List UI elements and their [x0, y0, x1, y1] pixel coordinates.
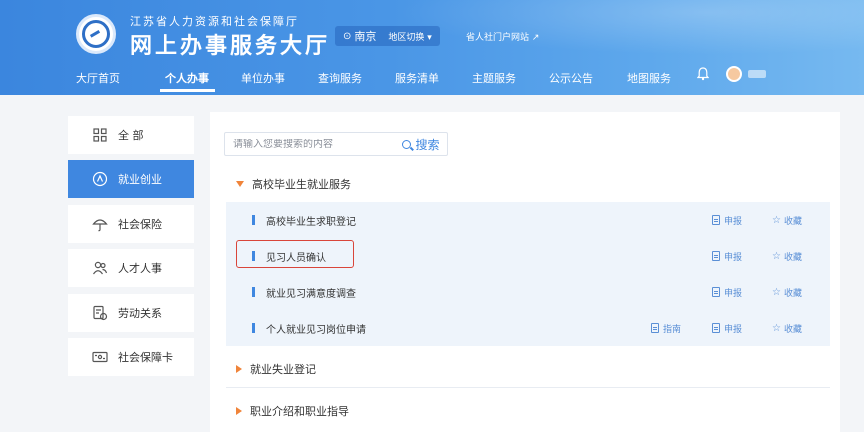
- form-icon: [712, 215, 720, 225]
- form-icon: [712, 251, 720, 261]
- bell-icon[interactable]: [696, 67, 710, 81]
- caret-down-icon: [236, 181, 244, 187]
- region-switch-link[interactable]: 地区切换 ▾: [388, 30, 431, 43]
- row-marker: [252, 323, 255, 333]
- people-icon: [92, 260, 108, 276]
- favorite-button[interactable]: ☆ 收藏: [772, 286, 802, 299]
- category-unemployment-registration[interactable]: 就业失业登记: [236, 361, 316, 377]
- city-selector[interactable]: ⊙ 南京 地区切换 ▾: [335, 26, 440, 46]
- guide-button[interactable]: 指南: [651, 322, 681, 335]
- service-panel: 搜索 高校毕业生就业服务 高校毕业生求职登记 申报 ☆收藏 见习人员确认 申报 …: [210, 112, 840, 432]
- service-name[interactable]: 个人就业见习岗位申请: [266, 321, 366, 336]
- star-icon: ☆: [772, 214, 781, 226]
- apply-button[interactable]: 申报: [712, 322, 742, 335]
- search-bar: 搜索: [224, 132, 448, 156]
- caret-right-icon: [236, 407, 242, 415]
- umbrella-icon: [92, 216, 108, 232]
- apply-button[interactable]: 申报: [712, 250, 742, 263]
- grid-icon: [92, 127, 108, 143]
- service-row[interactable]: 高校毕业生求职登记 申报 ☆ 收藏: [226, 202, 830, 238]
- caret-right-icon: [236, 365, 242, 373]
- sidebar-item-ss-card[interactable]: 社会保障卡: [68, 338, 194, 376]
- service-name[interactable]: 高校毕业生求职登记: [266, 213, 356, 228]
- sidebar-item-label: 人才人事: [118, 262, 162, 275]
- org-name: 江苏省人力资源和社会保障厅: [130, 15, 299, 28]
- sidebar-item-label: 就业创业: [118, 173, 162, 186]
- sidebar-item-social-insurance[interactable]: 社会保险: [68, 205, 194, 243]
- row-marker: [252, 287, 255, 297]
- nav-item-personal[interactable]: 个人办事: [165, 70, 209, 86]
- nav-item-notice[interactable]: 公示公告: [549, 70, 593, 86]
- search-input[interactable]: [225, 138, 395, 150]
- search-button[interactable]: 搜索: [395, 136, 447, 153]
- search-icon: [402, 139, 412, 149]
- star-icon: ☆: [772, 322, 781, 334]
- sidebar-item-label: 全 部: [118, 129, 144, 142]
- divider: [226, 387, 830, 388]
- form-icon: [712, 287, 720, 297]
- favorite-button[interactable]: ☆ 收藏: [772, 250, 802, 263]
- selection-highlight: [236, 240, 354, 268]
- apply-button[interactable]: 申报: [712, 286, 742, 299]
- card-icon: [92, 349, 108, 365]
- sidebar-item-all[interactable]: 全 部: [68, 116, 194, 154]
- favorite-button[interactable]: ☆ 收藏: [772, 322, 802, 335]
- sidebar-item-label: 劳动关系: [118, 307, 162, 320]
- sidebar-item-talent[interactable]: 人才人事: [68, 249, 194, 287]
- briefcase-icon: [92, 171, 108, 187]
- service-list: 高校毕业生求职登记 申报 ☆ 收藏 见习人员确认 申报 ☆ 收藏 就业见习满意度调查…: [226, 202, 830, 346]
- guide-icon: [651, 323, 659, 333]
- nav-item-service-list[interactable]: 服务清单: [395, 70, 439, 86]
- star-icon: ☆: [772, 286, 781, 298]
- nav-active-indicator: [160, 89, 215, 92]
- avatar[interactable]: [726, 66, 742, 82]
- nav-item-unit[interactable]: 单位办事: [241, 70, 285, 86]
- sidebar-item-label: 社会保险: [118, 218, 162, 231]
- logo-emblem-icon: [82, 20, 110, 48]
- category-career-guidance[interactable]: 职业介绍和职业指导: [236, 403, 349, 419]
- site-logo[interactable]: [76, 14, 116, 54]
- service-row[interactable]: 个人就业见习岗位申请 指南 申报 ☆ 收藏: [226, 310, 830, 346]
- sidebar-item-employment[interactable]: 就业创业: [68, 160, 194, 198]
- nav-item-map[interactable]: 地图服务: [627, 70, 671, 86]
- category-graduate-services[interactable]: 高校毕业生就业服务: [236, 176, 351, 192]
- portal-link[interactable]: 省人社门户网站 ↗: [466, 30, 539, 43]
- star-icon: ☆: [772, 250, 781, 262]
- contract-icon: [92, 305, 108, 321]
- nav-item-query[interactable]: 查询服务: [318, 70, 362, 86]
- service-name[interactable]: 就业见习满意度调查: [266, 285, 356, 300]
- row-marker: [252, 215, 255, 225]
- service-row[interactable]: 就业见习满意度调查 申报 ☆ 收藏: [226, 274, 830, 310]
- nav-item-theme[interactable]: 主题服务: [472, 70, 516, 86]
- sidebar-item-label: 社会保障卡: [118, 351, 173, 364]
- apply-button[interactable]: 申报: [712, 214, 742, 227]
- user-name-redacted[interactable]: [748, 70, 766, 78]
- favorite-button[interactable]: ☆ 收藏: [772, 214, 802, 227]
- location-pin-icon: ⊙: [343, 30, 352, 42]
- site-title: 网上办事服务大厅: [130, 34, 331, 59]
- city-name: 南京: [354, 30, 377, 43]
- sidebar-item-labor[interactable]: 劳动关系: [68, 294, 194, 332]
- form-icon: [712, 323, 720, 333]
- nav-item-home[interactable]: 大厅首页: [76, 70, 120, 86]
